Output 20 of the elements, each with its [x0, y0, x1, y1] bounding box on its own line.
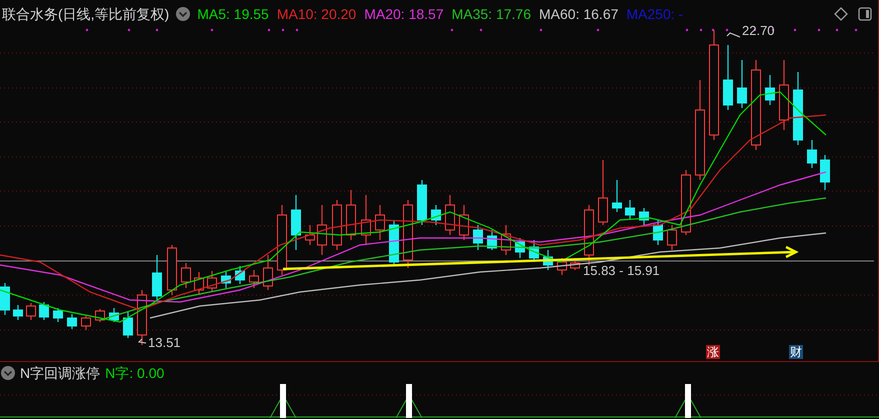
event-badge[interactable]: 财: [789, 345, 803, 359]
moving-average-legend: MA10: 20.20: [276, 4, 356, 24]
diamond-icon[interactable]: [834, 7, 848, 21]
moving-average-legend: MA60: 16.67: [539, 4, 618, 24]
event-badge[interactable]: 涨: [706, 345, 720, 359]
price-label: 15.83 - 15.91: [583, 264, 660, 277]
moving-average-legend: MA250: -: [626, 4, 684, 24]
price-label: 22.70: [742, 24, 775, 37]
leader-line: [726, 32, 740, 38]
indicator-value: N字: 0.00: [105, 364, 164, 382]
price-label: 13.51: [148, 336, 181, 349]
moving-average-legend: MA20: 18.57: [364, 4, 444, 24]
indicator-name: N字回调涨停: [20, 364, 100, 382]
dropdown-icon[interactable]: [1, 366, 15, 380]
moving-average-legend: MA35: 17.76: [452, 4, 531, 24]
panel-toggle-icon[interactable]: [858, 7, 872, 21]
chart-title: 联合水务(日线,等比前复权): [2, 4, 170, 24]
leader-line: [138, 338, 146, 344]
dropdown-icon[interactable]: [176, 7, 190, 21]
moving-average-legend: MA5: 19.55: [197, 4, 269, 24]
